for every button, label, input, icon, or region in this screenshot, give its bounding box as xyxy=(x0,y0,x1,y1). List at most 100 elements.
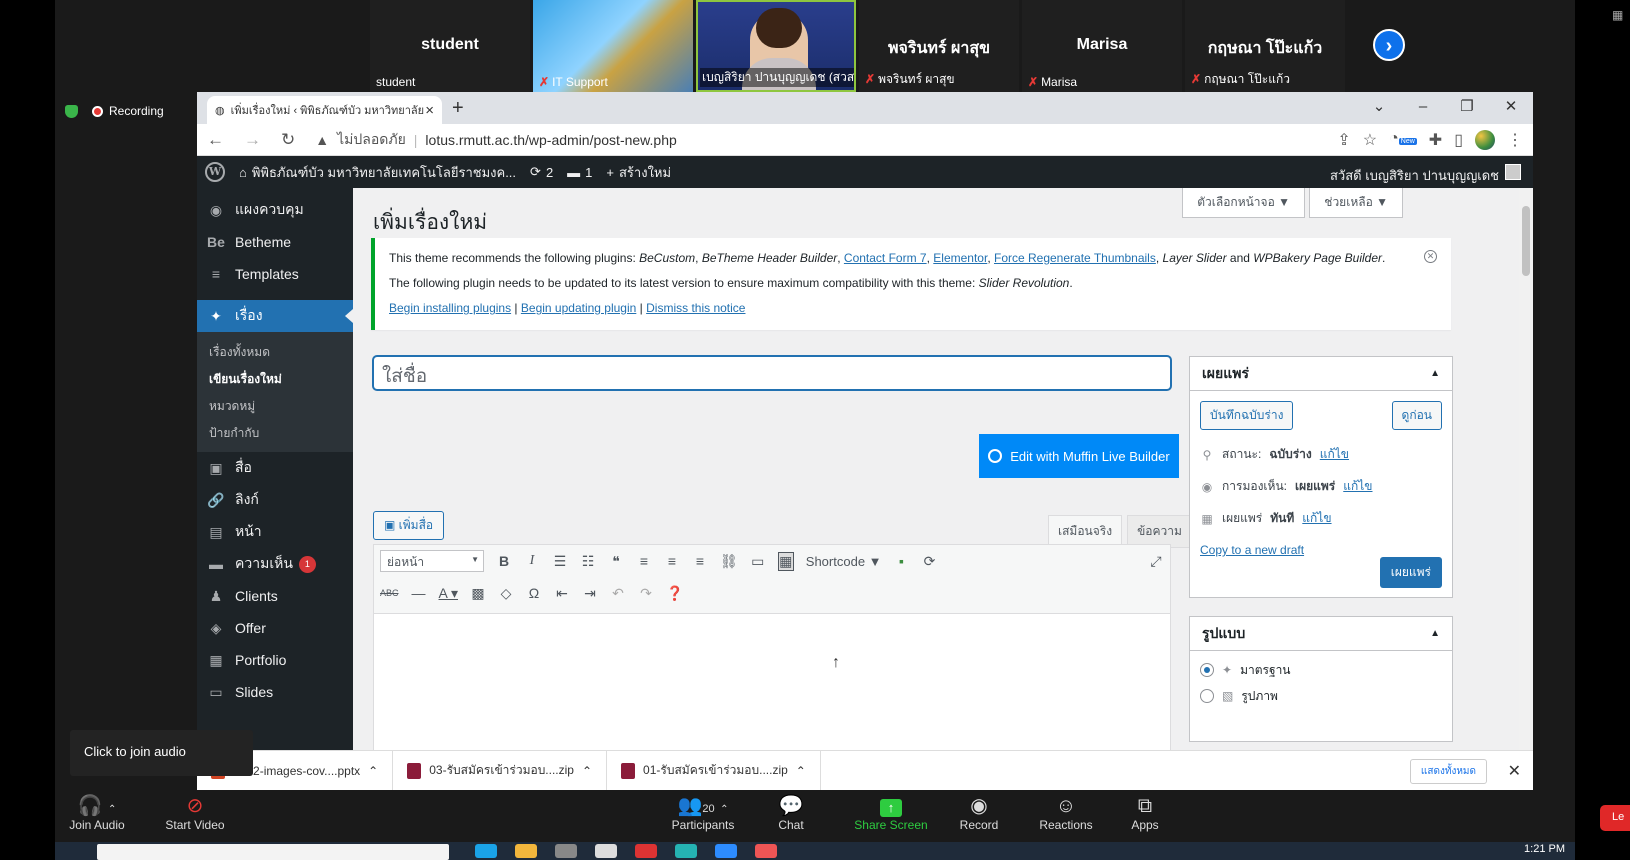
edit-visibility-link[interactable]: แก้ไข xyxy=(1343,477,1372,496)
redo-icon[interactable]: ↷ xyxy=(638,585,654,602)
bookmark-star-icon[interactable]: ☆ xyxy=(1363,130,1377,150)
omnibox[interactable]: ▲ ไม่ปลอดภัย | lotus.rmutt.ac.th/wp-admi… xyxy=(315,129,677,151)
italic-icon[interactable]: I xyxy=(524,553,540,569)
participant-tile[interactable]: กฤษณา โป๊ะแก้ว ✗ กฤษณา โป๊ะแก้ว xyxy=(1185,0,1345,92)
add-media-button[interactable]: ▣ เพิ่มสื่อ xyxy=(373,511,445,540)
plugin-icon[interactable]: ▪ xyxy=(894,553,910,569)
wp-logo-item[interactable]: W xyxy=(205,162,225,182)
browser-tab[interactable]: ◍ เพิ่มเรื่องใหม่ ‹ พิพิธภัณฑ์บัว มหาวิท… xyxy=(207,96,442,124)
sidebar-item-media[interactable]: ▣ สื่อ xyxy=(197,452,353,484)
fullscreen-icon[interactable]: ⤢ xyxy=(1148,553,1164,570)
publish-button[interactable]: เผยแพร่ xyxy=(1379,557,1442,588)
back-icon[interactable]: ← xyxy=(207,130,224,150)
shortcode-dropdown[interactable]: Shortcode ▼ xyxy=(806,554,882,569)
puzzle-icon[interactable]: ✚ xyxy=(1429,130,1442,150)
undo-icon[interactable]: ↶ xyxy=(610,585,626,602)
comments-item[interactable]: ▬ 1 xyxy=(567,165,592,180)
numbered-list-icon[interactable]: ☷ xyxy=(580,553,596,570)
participants-button[interactable]: 👥20 ⌃ Participants xyxy=(663,794,743,832)
extension-new-icon[interactable]: ◔ New xyxy=(1389,130,1417,150)
download-item[interactable]: 03-รับสมัครเข้าร่วมอบ....zip ⌃ xyxy=(393,750,608,791)
save-draft-button[interactable]: บันทึกฉบับร่าง xyxy=(1200,401,1294,430)
side-panel-icon[interactable]: ▯ xyxy=(1454,130,1463,150)
show-all-downloads-button[interactable]: แสดงทั้งหมด xyxy=(1409,759,1487,784)
outdent-icon[interactable]: ⇤ xyxy=(554,585,570,602)
collapse-icon[interactable]: ▲ xyxy=(1430,628,1440,639)
menu-kebab-icon[interactable]: ⋮ xyxy=(1507,130,1523,150)
blockquote-icon[interactable]: ❝ xyxy=(608,553,624,570)
indent-icon[interactable]: ⇥ xyxy=(582,585,598,602)
begin-installing-link[interactable]: Begin installing plugins xyxy=(389,301,511,315)
sidebar-item-slides[interactable]: ▭ Slides xyxy=(197,676,353,708)
sidebar-item-comments[interactable]: ▬ ความเห็น 1 xyxy=(197,548,353,580)
new-content-item[interactable]: + สร้างใหม่ xyxy=(606,162,671,183)
sidebar-item-dashboard[interactable]: ◉ แผงควบคุม xyxy=(197,194,353,226)
participant-tile-active-speaker[interactable]: เบญสิริยา ปานบุญญเดช (สวส) xyxy=(696,0,856,92)
help-icon[interactable]: ❓ xyxy=(666,585,683,602)
new-tab-icon[interactable]: + xyxy=(452,97,464,120)
radio-selected[interactable] xyxy=(1200,663,1214,677)
read-more-icon[interactable]: ▭ xyxy=(750,553,766,570)
site-name-item[interactable]: ⌂ พิพิธภัณฑ์บัว มหาวิทยาลัยเทคโนโลยีราชมง… xyxy=(239,162,516,183)
app-icon[interactable] xyxy=(755,844,777,858)
align-right-icon[interactable]: ≡ xyxy=(692,553,708,569)
download-item[interactable]: 01-รับสมัครเข้าร่วมอบ....zip ⌃ xyxy=(607,750,821,791)
submenu-all-posts[interactable]: เรื่องทั้งหมด xyxy=(197,338,353,365)
help-button[interactable]: ช่วยเหลือ ▼ xyxy=(1309,188,1403,218)
share-screen-button[interactable]: ↑ Share Screen xyxy=(851,794,931,832)
record-button[interactable]: ◉ Record xyxy=(951,794,1007,832)
restore-icon[interactable]: ❐ xyxy=(1445,92,1489,124)
participant-tile[interactable]: พจรินทร์ ผาสุข ✗ พจรินทร์ ผาสุข xyxy=(859,0,1019,92)
taskbar-search-input[interactable] xyxy=(97,844,449,860)
begin-updating-link[interactable]: Begin updating plugin xyxy=(521,301,636,315)
share-icon[interactable]: ⇪ xyxy=(1337,130,1350,150)
elementor-link[interactable]: Elementor xyxy=(933,251,987,265)
page-scrollbar[interactable] xyxy=(1519,188,1533,790)
sidebar-item-betheme[interactable]: Be Betheme xyxy=(197,226,353,258)
toolbar-toggle-icon[interactable]: ▦ xyxy=(777,551,794,571)
app-icon[interactable] xyxy=(635,844,657,858)
clear-format-icon[interactable]: ◇ xyxy=(498,585,514,602)
dismiss-notice-link[interactable]: Dismiss this notice xyxy=(646,301,745,315)
reload-icon[interactable]: ↻ xyxy=(281,130,295,150)
format-select[interactable]: ย่อหน้า xyxy=(380,550,484,572)
participant-tile[interactable]: Marisa ✗ Marisa xyxy=(1022,0,1182,92)
force-regenerate-link[interactable]: Force Regenerate Thumbnails xyxy=(994,251,1156,265)
copy-to-draft-link[interactable]: Copy to a new draft xyxy=(1200,543,1304,557)
horizontal-line-icon[interactable]: — xyxy=(411,585,427,601)
dismiss-icon[interactable]: ✕ xyxy=(1424,250,1437,263)
app-icon[interactable] xyxy=(555,844,577,858)
collapse-icon[interactable]: ▲ xyxy=(1430,368,1440,379)
contact-form-link[interactable]: Contact Form 7 xyxy=(844,251,927,265)
strikethrough-icon[interactable]: ABC xyxy=(380,588,399,598)
post-title-input[interactable]: ใส่ชื่อ xyxy=(373,356,1171,390)
participant-tile[interactable]: ✗ IT Support xyxy=(533,0,693,92)
chat-button[interactable]: 💬 Chat xyxy=(767,794,815,832)
leave-button[interactable]: Le xyxy=(1600,805,1630,831)
forward-icon[interactable]: → xyxy=(244,130,261,150)
minimize-icon[interactable]: – xyxy=(1401,92,1445,124)
sidebar-item-offer[interactable]: ◈ Offer xyxy=(197,612,353,644)
participant-tile[interactable]: student student xyxy=(370,0,530,92)
bold-icon[interactable]: B xyxy=(496,553,512,569)
sidebar-item-posts[interactable]: ✦ เรื่อง xyxy=(197,300,353,332)
edit-schedule-link[interactable]: แก้ไข xyxy=(1302,509,1331,528)
sidebar-item-templates[interactable]: ≡ Templates xyxy=(197,258,353,290)
join-audio-button[interactable]: 🎧 ⌃ Join Audio xyxy=(65,794,129,832)
format-option-image[interactable]: ▧ รูปภาพ xyxy=(1200,683,1442,709)
bullet-list-icon[interactable]: ☰ xyxy=(552,553,568,570)
link-icon[interactable]: ⛓ xyxy=(720,553,738,570)
folder-icon[interactable] xyxy=(515,844,537,858)
tab-search-icon[interactable]: ⌄ xyxy=(1357,92,1401,124)
refresh-icon[interactable]: ⟳ xyxy=(922,553,938,570)
grid-view-icon[interactable]: ▦ xyxy=(1612,8,1623,22)
format-box-header[interactable]: รูปแบบ ▲ xyxy=(1190,617,1452,651)
sidebar-item-links[interactable]: 🔗 ลิงก์ xyxy=(197,484,353,516)
publish-box-header[interactable]: เผยแพร่ ▲ xyxy=(1190,357,1452,391)
sidebar-item-clients[interactable]: ♟ Clients xyxy=(197,580,353,612)
sidebar-item-portfolio[interactable]: ▦ Portfolio xyxy=(197,644,353,676)
close-window-icon[interactable]: ✕ xyxy=(1489,92,1533,124)
app-icon[interactable] xyxy=(595,844,617,858)
muffin-builder-button[interactable]: Edit with Muffin Live Builder xyxy=(979,434,1179,478)
sidebar-item-pages[interactable]: ▤ หน้า xyxy=(197,516,353,548)
